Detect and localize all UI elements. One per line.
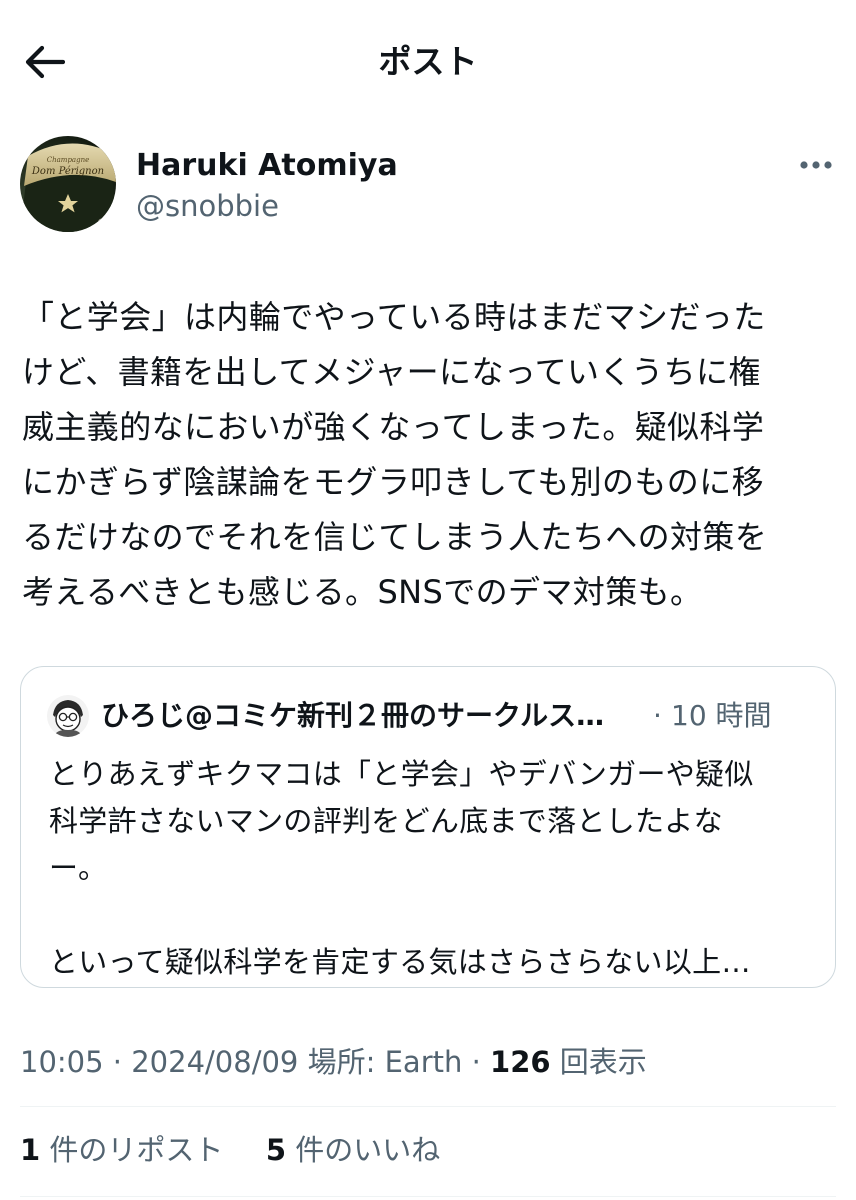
views-label: 回表示	[550, 1045, 647, 1079]
more-horizontal-icon	[800, 161, 832, 169]
post-metadata: 10:05 · 2024/08/09 場所: Earth · 126 回表示	[20, 1040, 647, 1084]
divider	[20, 1106, 836, 1107]
divider	[20, 1196, 836, 1197]
reposts-count: 1	[20, 1133, 41, 1167]
post-time[interactable]: 10:05	[20, 1045, 104, 1079]
post-text-line: にかぎらず陰謀論をモグラ叩きしても別のものに移	[22, 463, 765, 501]
meta-separator: ·	[103, 1045, 132, 1079]
likes-stat[interactable]: 5 件のいいね	[266, 1133, 440, 1167]
meta-separator: ·	[462, 1045, 491, 1079]
quoted-text-line: といって疑似科学を肯定する気はさらさらない以上…	[49, 945, 751, 979]
quoted-author-name: ひろじ@コミケ新刊２冊のサークルス…	[101, 699, 605, 732]
views-count: 126	[490, 1045, 551, 1079]
post-text-line: るだけなのでそれを信じてしまう人たちへの対策を	[22, 518, 768, 556]
quoted-text-line: ー。	[49, 851, 108, 885]
quoted-text-line	[49, 892, 819, 939]
quoted-text-line: とりあえずキクマコは「と学会」やデバンガーや疑似	[49, 757, 754, 791]
top-bar: ポスト	[0, 0, 856, 124]
post-text: 「と学会」は内輪でやっている時はまだマシだった けど、書籍を出してメジャーになっ…	[22, 290, 830, 620]
engagement-stats: 1 件のリポスト 5 件のいいね	[20, 1128, 440, 1172]
svg-text:Dom Pérignon: Dom Pérignon	[31, 166, 104, 177]
author-handle[interactable]: @snobbie	[136, 186, 279, 226]
quoted-post-text: とりあえずキクマコは「と学会」やデバンガーや疑似 科学許さないマンの評判をどん底…	[49, 751, 819, 986]
quoted-timestamp: 10 時間	[671, 699, 772, 732]
post-date[interactable]: 2024/08/09	[131, 1045, 298, 1079]
post-text-line: 威主義的なにおいが強くなってしまった。疑似科学	[22, 408, 765, 446]
quoted-text-line: 科学許さないマンの評判をどん底まで落としたよな	[49, 804, 723, 838]
post-location: 場所: Earth	[298, 1045, 463, 1079]
quoted-separator: ·	[653, 699, 662, 732]
likes-count: 5	[265, 1133, 287, 1167]
champagne-bottle-photo: Champagne Dom Pérignon	[20, 136, 116, 232]
post-text-line: 考えるべきとも感じる。SNSでのデマ対策も。	[22, 573, 703, 611]
more-options-button[interactable]	[796, 150, 836, 180]
quoted-post-card[interactable]: ひろじ@コミケ新刊２冊のサークルス… · 10 時間 とりあえずキクマコは「と学…	[20, 666, 836, 988]
post-text-line: 「と学会」は内輪でやっている時はまだマシだった	[22, 298, 766, 336]
avatar[interactable]: Champagne Dom Pérignon	[20, 136, 116, 232]
likes-label: 件のいいね	[286, 1133, 441, 1167]
author-name[interactable]: Haruki Atomiya	[136, 146, 398, 186]
post-text-line: けど、書籍を出してメジャーになっていくうちに権	[22, 353, 761, 391]
svg-text:Champagne: Champagne	[47, 156, 89, 164]
quoted-avatar	[47, 695, 89, 737]
reposts-stat[interactable]: 1 件のリポスト	[20, 1133, 223, 1167]
post-detail-page: ポスト Champagne Dom Pérignon Haruki Atomiy…	[0, 0, 856, 1200]
reposts-label: 件のリポスト	[40, 1133, 224, 1167]
manga-character-avatar-icon	[47, 695, 89, 737]
page-title: ポスト	[378, 42, 478, 81]
